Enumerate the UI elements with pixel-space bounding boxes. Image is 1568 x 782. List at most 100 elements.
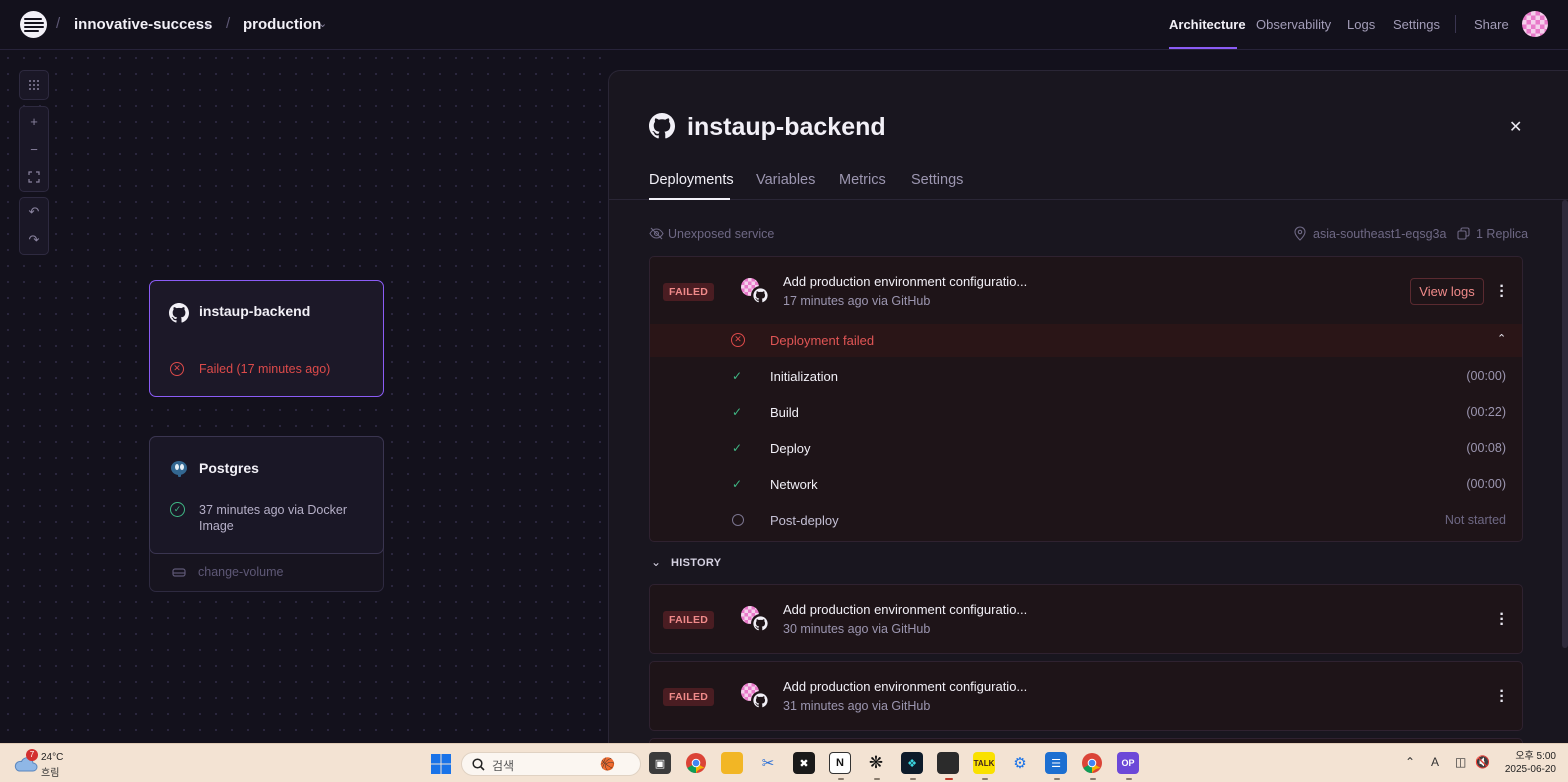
notepad-icon[interactable]: ☰ <box>1045 752 1067 774</box>
github-icon <box>753 693 768 708</box>
user-avatar[interactable] <box>1522 11 1548 37</box>
file-explorer-icon[interactable] <box>721 752 743 774</box>
github-icon <box>169 303 189 323</box>
more-options-icon[interactable]: · · · <box>1495 279 1509 305</box>
eye-off-icon <box>649 227 664 240</box>
chrome-icon[interactable] <box>685 752 707 774</box>
history-deployment[interactable]: FAILED Add production environment config… <box>649 584 1523 654</box>
check-icon: ✓ <box>732 369 743 383</box>
deployment-meta: 30 minutes ago via GitHub <box>783 622 931 636</box>
nav-settings[interactable]: Settings <box>1393 17 1440 32</box>
postgres-icon <box>171 461 187 477</box>
github-badge <box>751 614 770 633</box>
system-clock[interactable]: 오후 5:00 2025-06-20 <box>1500 750 1556 776</box>
deployment-failed-row[interactable]: ✕ Deployment failed ⌃ <box>650 324 1522 357</box>
grid-icon[interactable] <box>20 71 48 99</box>
tab-variables[interactable]: Variables <box>756 172 815 188</box>
running-indicator <box>910 778 916 780</box>
railway-logo-icon[interactable] <box>20 11 47 38</box>
tab-deployments[interactable]: Deployments <box>649 172 734 188</box>
environment-name[interactable]: production <box>243 16 321 33</box>
volume-muted-icon[interactable]: 🔇 <box>1475 755 1490 769</box>
chevron-up-icon[interactable]: ⌃ <box>1497 332 1506 345</box>
commit-message[interactable]: Add production environment configuratio.… <box>783 602 1027 617</box>
clock-time: 오후 5:00 <box>1515 751 1556 762</box>
nav-observability[interactable]: Observability <box>1256 17 1331 32</box>
network-icon[interactable]: ◫ <box>1455 755 1466 769</box>
active-nav-indicator <box>1169 47 1237 49</box>
undo-icon[interactable]: ↶ <box>20 198 48 226</box>
redo-icon[interactable]: ↷ <box>20 226 48 254</box>
location-pin-icon <box>1294 226 1306 241</box>
history-deployment[interactable]: FAILED Add production environment config… <box>649 661 1523 731</box>
running-indicator <box>874 778 880 780</box>
commit-message[interactable]: Add production environment configuratio.… <box>783 274 1027 289</box>
windows-start-icon[interactable] <box>431 754 451 774</box>
weather-description: 흐림 <box>41 768 60 779</box>
zoom-out-icon[interactable]: − <box>20 135 48 163</box>
view-logs-button[interactable]: View logs <box>1410 278 1484 305</box>
active-indicator <box>945 778 953 780</box>
running-indicator <box>1054 778 1060 780</box>
failed-icon: ✕ <box>170 362 184 376</box>
service-card-postgres[interactable]: Postgres ✓ 37 minutes ago via Docker Ima… <box>149 436 384 554</box>
chrome-profile-icon[interactable] <box>1081 752 1103 774</box>
architecture-canvas[interactable]: + − ↶ ↷ instaup-backend ✕ Failed (17 min… <box>0 50 608 743</box>
taskbar-search[interactable]: 검색 🏀 <box>461 752 641 776</box>
chatgpt-icon[interactable]: ❋ <box>865 752 887 774</box>
network-app-icon[interactable]: ⚙ <box>1009 752 1031 774</box>
service-card-title: Postgres <box>199 460 259 476</box>
share-button[interactable]: Share <box>1474 17 1509 32</box>
tab-settings[interactable]: Settings <box>911 172 963 188</box>
step-build: Build <box>770 405 799 420</box>
chevron-down-icon[interactable]: ⌄ <box>318 17 327 30</box>
step-duration: (00:00) <box>1466 477 1506 491</box>
status-badge: FAILED <box>663 688 715 706</box>
step-duration: (00:08) <box>1466 441 1506 455</box>
notion-icon[interactable]: N <box>829 752 851 774</box>
kakaotalk-icon[interactable]: TALK <box>973 752 995 774</box>
nav-architecture[interactable]: Architecture <box>1169 17 1246 32</box>
close-icon[interactable]: ✕ <box>1509 117 1522 137</box>
tab-metrics[interactable]: Metrics <box>839 172 886 188</box>
zoom-in-icon[interactable]: + <box>20 107 48 135</box>
commit-message[interactable]: Add production environment configuratio.… <box>783 679 1027 694</box>
panel-scrollbar[interactable] <box>1562 200 1568 648</box>
chevron-down-icon[interactable]: ⌄ <box>651 555 661 569</box>
service-card-status: Failed (17 minutes ago) <box>199 362 331 376</box>
weather-temperature: 24°C <box>41 752 64 763</box>
check-icon: ✓ <box>732 405 743 419</box>
pending-icon <box>732 514 744 526</box>
chevron-up-icon[interactable]: ⌃ <box>1405 755 1415 769</box>
active-deployment: FAILED Add production environment config… <box>649 256 1523 542</box>
more-options-icon[interactable]: · · · <box>1495 607 1509 633</box>
top-nav: / innovative-success ⌄ / production ⌄ Ar… <box>0 0 1568 50</box>
more-options-icon[interactable]: · · · <box>1495 684 1509 710</box>
running-indicator <box>1126 778 1132 780</box>
capcut-icon[interactable]: ✖ <box>793 752 815 774</box>
project-name[interactable]: innovative-success <box>74 16 212 33</box>
ime-indicator[interactable]: A <box>1431 755 1439 769</box>
step-duration: (00:00) <box>1466 369 1506 383</box>
running-indicator <box>982 778 988 780</box>
replica-count[interactable]: 1 Replica <box>1476 227 1528 241</box>
service-card-instaup-backend[interactable]: instaup-backend ✕ Failed (17 minutes ago… <box>149 280 384 397</box>
service-card-status: 37 minutes ago via Docker Image <box>199 503 347 533</box>
volume-icon <box>172 568 186 577</box>
opgg-icon[interactable]: OP <box>1117 752 1139 774</box>
canvas-menu[interactable] <box>19 70 49 100</box>
region-label[interactable]: asia-southeast1-eqsg3a <box>1313 227 1446 241</box>
step-post-deploy: Post-deploy <box>770 513 839 528</box>
sticky-notes-icon[interactable] <box>937 752 959 774</box>
fit-view-icon[interactable] <box>20 163 48 191</box>
snipping-tool-icon[interactable]: ✂ <box>757 752 779 774</box>
task-view-icon[interactable]: ▣ <box>649 752 671 774</box>
step-duration: (00:22) <box>1466 405 1506 419</box>
running-indicator <box>1090 778 1096 780</box>
volume-name[interactable]: change-volume <box>198 565 283 579</box>
cursor-app-icon[interactable]: ❖ <box>901 752 923 774</box>
history-header[interactable]: HISTORY <box>671 557 721 569</box>
nav-logs[interactable]: Logs <box>1347 17 1375 32</box>
chevron-down-icon[interactable]: ⌄ <box>203 17 212 30</box>
deployment-meta: 17 minutes ago via GitHub <box>783 294 931 308</box>
